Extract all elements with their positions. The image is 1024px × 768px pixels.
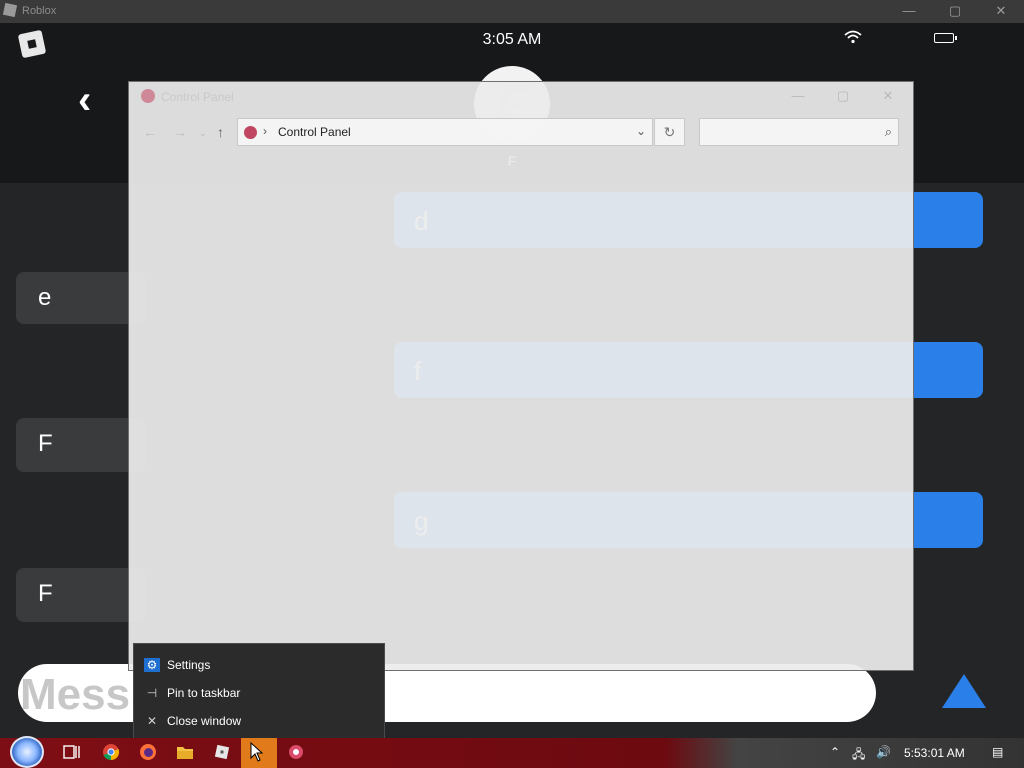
back-chevron-icon[interactable]: ‹ <box>78 80 108 120</box>
network-icon[interactable]: 🖧 <box>852 745 865 766</box>
mouse-cursor-icon <box>250 741 268 762</box>
maximize-button[interactable]: ▢ <box>932 0 978 23</box>
status-time: 3:05 AM <box>482 31 542 48</box>
control-panel-window: Control Panel — ▢ ✕ ← → ⌄ ↑ › Control Pa… <box>128 81 914 671</box>
pin-icon: ⊣ <box>146 686 158 700</box>
up-arrow-icon[interactable]: ↑ <box>217 124 224 140</box>
send-arrow-icon[interactable] <box>942 674 986 708</box>
back-arrow-icon[interactable]: ← <box>143 124 157 140</box>
search-icon: ⌕ <box>884 124 892 139</box>
battery-icon <box>934 33 957 43</box>
chevron-down-icon[interactable]: ⌄ <box>636 124 646 138</box>
gear-icon: ⚙ <box>144 658 160 672</box>
address-toolbar: ← → ⌄ ↑ › Control Panel ⌄ ↻ ⌕ <box>129 115 913 149</box>
task-view-icon[interactable] <box>63 743 81 761</box>
breadcrumb[interactable]: Control Panel <box>278 125 351 139</box>
recent-locations-icon[interactable]: ⌄ <box>199 128 207 139</box>
control-panel-small-icon <box>244 126 257 139</box>
control-panel-titlebar: Control Panel — ▢ ✕ <box>129 82 913 112</box>
start-button[interactable] <box>10 736 44 768</box>
control-panel-icon <box>141 89 155 103</box>
close-button[interactable]: ✕ <box>978 0 1024 23</box>
breadcrumb-separator-icon: › <box>263 124 267 138</box>
refresh-button[interactable]: ↻ <box>654 118 685 146</box>
wifi-icon <box>840 30 866 46</box>
roblox-taskbar-icon[interactable] <box>213 743 231 761</box>
menu-item-pin[interactable]: ⊣ Pin to taskbar <box>144 680 380 706</box>
volume-icon[interactable]: 🔊 <box>876 745 891 759</box>
file-explorer-icon[interactable] <box>176 743 194 761</box>
received-message: F <box>16 568 146 622</box>
received-message: F <box>16 418 146 472</box>
control-panel-title: Control Panel <box>161 90 234 104</box>
cp-minimize-button[interactable]: — <box>781 86 815 106</box>
window-title: Roblox <box>22 5 57 17</box>
chrome-icon[interactable] <box>102 743 120 761</box>
control-panel-taskbar-icon[interactable] <box>287 743 305 761</box>
roblox-logo-icon <box>2 2 18 18</box>
notification-icon[interactable]: ▤ <box>992 745 1003 759</box>
menu-item-settings[interactable]: ⚙ Settings <box>144 652 380 678</box>
roblox-titlebar: Roblox — ▢ ✕ <box>0 0 1024 23</box>
close-icon: ✕ <box>146 714 158 728</box>
received-message: e <box>16 272 146 324</box>
menu-item-close-window[interactable]: ✕ Close window <box>144 708 380 734</box>
firefox-icon[interactable] <box>139 743 157 761</box>
roblox-home-icon[interactable] <box>17 29 47 59</box>
forward-arrow-icon[interactable]: → <box>173 124 187 140</box>
search-input[interactable]: ⌕ <box>699 118 899 146</box>
chevron-up-icon[interactable]: ⌃ <box>830 745 840 759</box>
address-bar[interactable]: › Control Panel ⌄ <box>237 118 653 146</box>
system-tray: ⌃ 🖧 🔊 5:53:01 AM ▤ <box>826 738 1024 768</box>
taskbar-clock[interactable]: 5:53:01 AM <box>904 746 965 760</box>
minimize-button[interactable]: — <box>886 0 932 23</box>
jump-list-menu: ⚙ Settings ⊣ Pin to taskbar ✕ Close wind… <box>133 643 385 739</box>
cp-maximize-button[interactable]: ▢ <box>826 86 860 106</box>
cp-close-button[interactable]: ✕ <box>871 86 905 106</box>
